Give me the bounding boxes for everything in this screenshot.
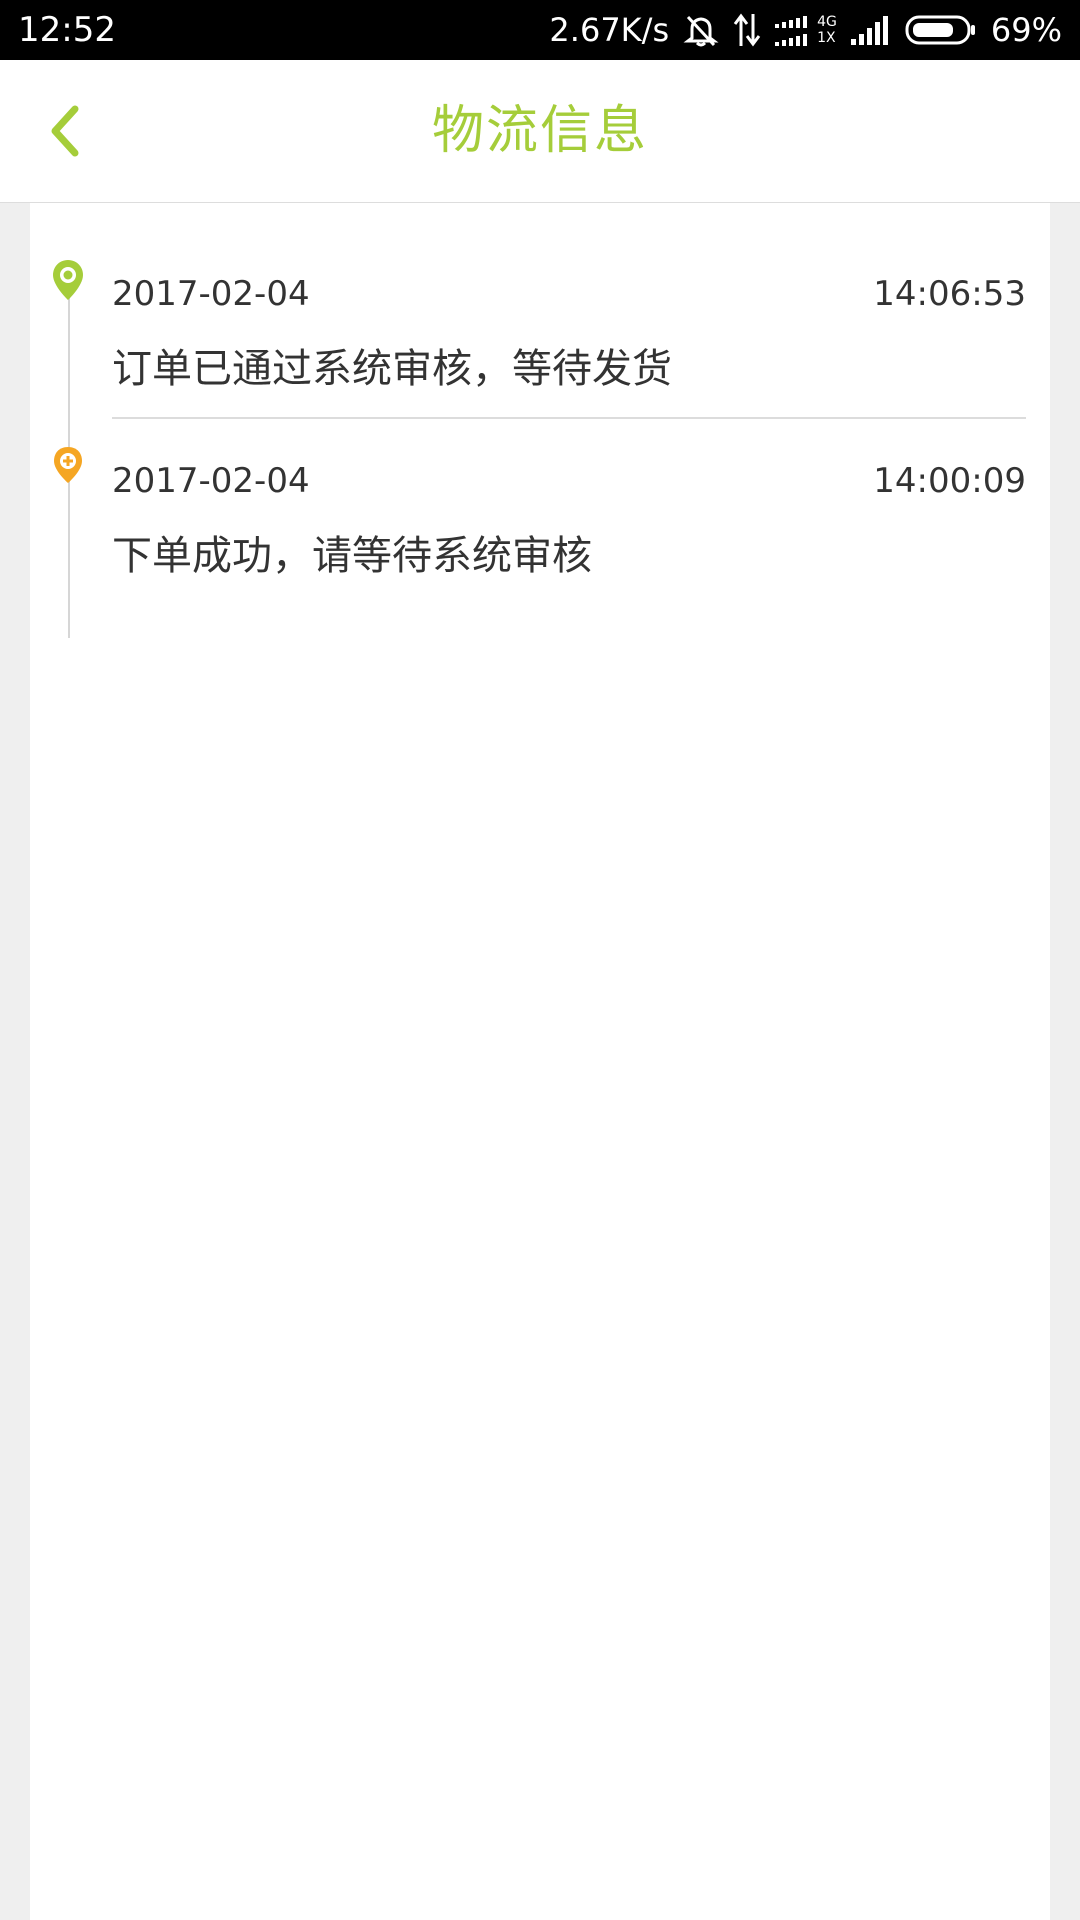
event-description: 下单成功，请等待系统审核 [112, 533, 592, 579]
event-date: 2017-02-04 [112, 274, 310, 314]
data-transfer-icon [733, 13, 761, 47]
status-time: 12:52 [18, 10, 116, 50]
logistics-card: 2017-02-04 14:06:53 订单已通过系统审核，等待发货 2017-… [30, 203, 1050, 1920]
status-right: 2.67K/s 4G 1X 69% [549, 8, 1062, 52]
event-description: 订单已通过系统审核，等待发货 [112, 346, 672, 392]
location-pin-plus-icon [54, 447, 82, 483]
battery-percent: 69% [990, 11, 1062, 49]
network-type-top: 4G [817, 14, 837, 30]
app-header: 物流信息 [0, 60, 1080, 203]
event-time: 14:06:53 [873, 274, 1026, 314]
event-date: 2017-02-04 [112, 461, 310, 501]
network-type-bottom: 1X [817, 30, 836, 46]
battery-icon [905, 15, 975, 45]
status-bar: 12:52 2.67K/s 4G 1X 69% [0, 0, 1080, 60]
location-pin-icon [53, 260, 83, 300]
signal-icon [850, 16, 888, 45]
network-type: 4G 1X [817, 14, 837, 46]
network-speed: 2.67K/s [549, 11, 670, 49]
divider [112, 417, 1026, 419]
page-title: 物流信息 [431, 101, 648, 161]
signal-icon [775, 16, 808, 46]
mute-icon [683, 15, 719, 47]
event-time: 14:00:09 [873, 461, 1026, 501]
